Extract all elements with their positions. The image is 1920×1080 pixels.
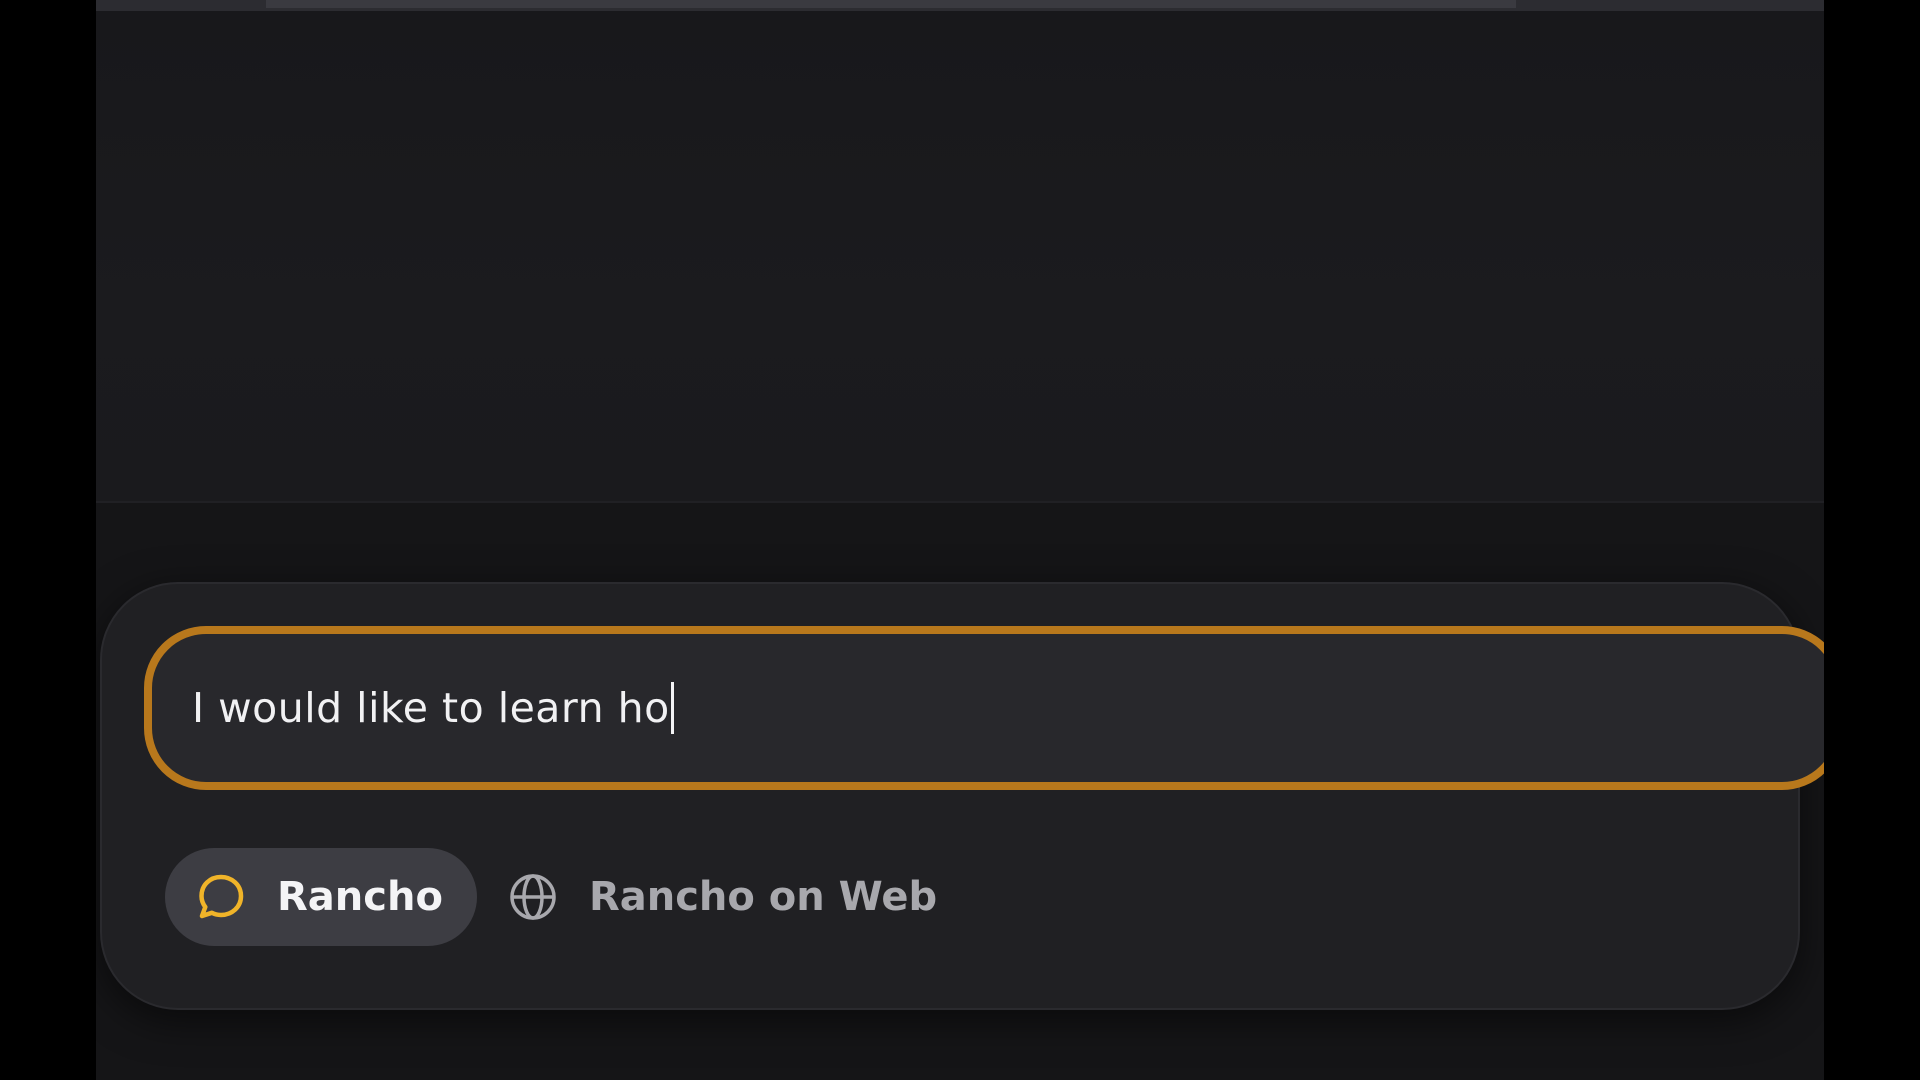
prompt-input-text: I would like to learn ho (192, 684, 670, 732)
text-caret (670, 682, 674, 734)
top-scroll-indicator (266, 0, 1516, 8)
mode-selector: Rancho Rancho on Web (165, 847, 937, 947)
chat-bubble-icon (195, 871, 247, 923)
conversation-area (96, 11, 1824, 501)
mode-rancho-label: Rancho (277, 874, 443, 920)
window-top-edge (96, 0, 1824, 11)
screen: I would like to learn ho Rancho Rancho o… (0, 0, 1920, 1080)
right-letterbox (1824, 0, 1920, 1080)
mode-rancho-web-button[interactable]: Rancho on Web (477, 848, 937, 946)
mode-rancho-button[interactable]: Rancho (165, 848, 477, 946)
mode-rancho-web-label: Rancho on Web (588, 874, 938, 920)
prompt-input[interactable]: I would like to learn ho (144, 626, 1844, 790)
globe-icon (507, 871, 559, 923)
